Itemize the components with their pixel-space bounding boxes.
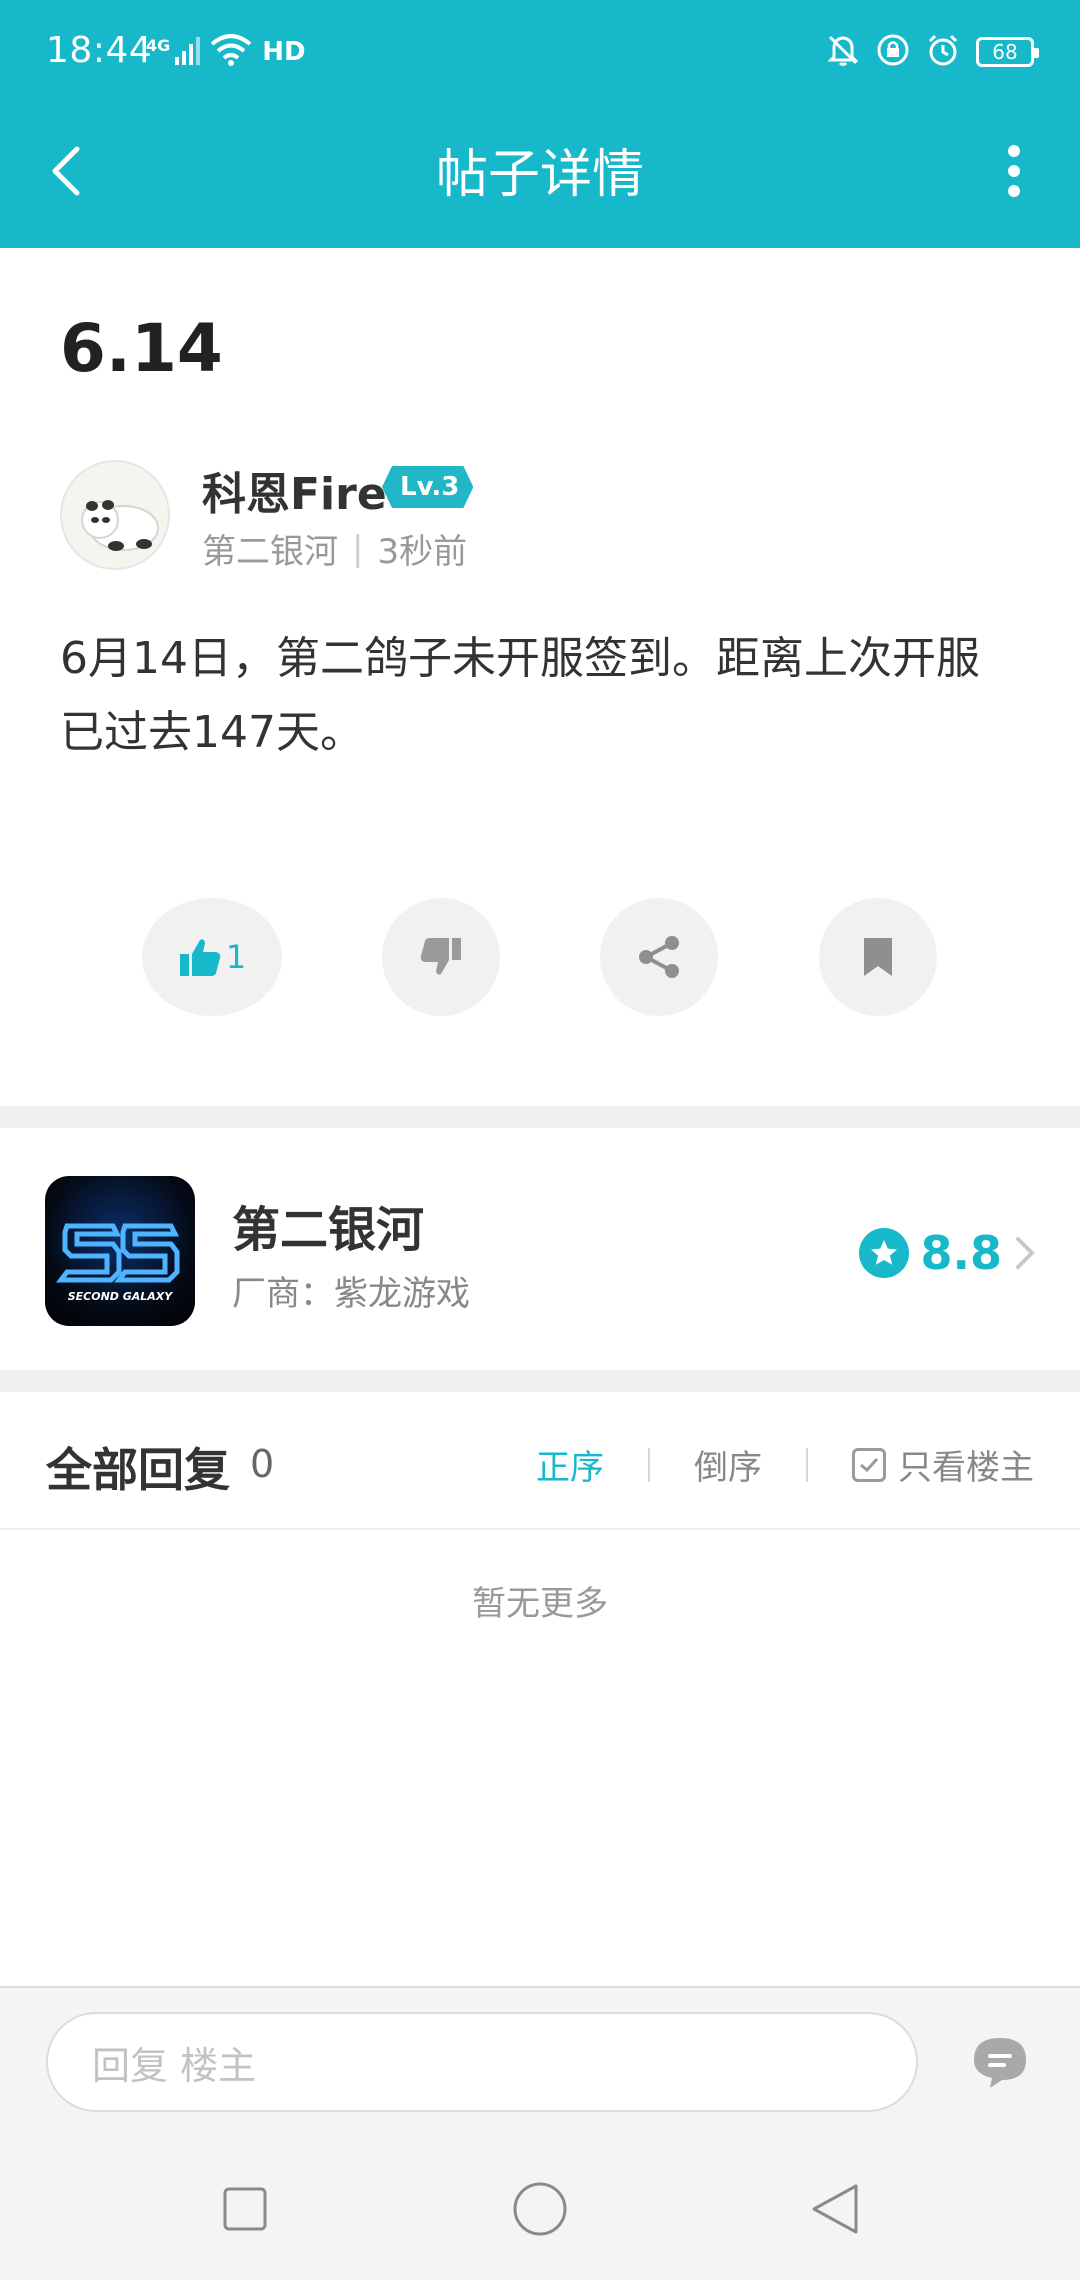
like-count: 1 xyxy=(225,938,247,976)
game-name: 第二银河 xyxy=(232,1202,425,1258)
no-more-text: 暂无更多 xyxy=(472,1584,608,1624)
only-owner-checkbox[interactable] xyxy=(852,1447,886,1482)
nav-bar: 帖子详情 xyxy=(0,110,1080,248)
game-icon: SECOND GALAXY xyxy=(45,1176,195,1326)
share-icon xyxy=(639,936,679,978)
dislike-button[interactable] xyxy=(382,898,500,1016)
panda-avatar-image xyxy=(81,500,159,551)
battery-icon: 68 xyxy=(976,37,1039,67)
replies-header: 全部回复 0 正序 倒序 只看楼主 xyxy=(0,1394,1080,1530)
avatar[interactable] xyxy=(60,460,170,570)
sort-asc-tab[interactable]: 正序 xyxy=(536,1440,604,1489)
home-button[interactable] xyxy=(505,2174,575,2244)
author-meta: 第二银河 | 3秒前 xyxy=(202,524,467,573)
forum-name[interactable]: 第二银河 xyxy=(202,524,338,573)
status-right-icons: 68 xyxy=(826,33,1039,71)
section-divider xyxy=(0,1106,1080,1128)
recent-apps-button[interactable] xyxy=(210,2174,280,2244)
bookmark-icon xyxy=(864,938,892,976)
square-icon xyxy=(223,2187,267,2231)
chevron-right-icon xyxy=(1016,1237,1035,1269)
thumbs-down-icon xyxy=(420,938,461,975)
hd-icon: HD xyxy=(262,37,306,67)
signal-icon xyxy=(174,35,201,69)
replies-count: 0 xyxy=(250,1442,275,1486)
sort-separator xyxy=(648,1447,650,1482)
lock-circle-icon xyxy=(876,33,910,71)
meta-separator: | xyxy=(352,528,364,569)
only-owner-label[interactable]: 只看楼主 xyxy=(898,1440,1034,1489)
triangle-back-icon xyxy=(812,2184,858,2234)
like-button[interactable]: 1 xyxy=(142,898,282,1016)
second-galaxy-logo: SECOND GALAXY xyxy=(56,1223,180,1303)
sort-separator xyxy=(806,1447,808,1482)
status-left-icons: 4G HD xyxy=(146,34,306,70)
app-header: 18:44 4G HD 68 帖子详情 xyxy=(0,0,1080,248)
circle-icon xyxy=(513,2182,567,2236)
comment-icon[interactable] xyxy=(970,2034,1030,2090)
replies-title: 全部回复 xyxy=(46,1443,230,1497)
section-divider xyxy=(0,1370,1080,1392)
reply-input[interactable]: 回复 楼主 xyxy=(46,2012,918,2112)
rating-value: 8.8 xyxy=(920,1226,1003,1280)
author-name[interactable]: 科恩Fire xyxy=(202,458,387,522)
svg-text:SECOND GALAXY: SECOND GALAXY xyxy=(68,1290,174,1303)
post-actions: 1 xyxy=(0,898,1080,1016)
game-card[interactable]: SECOND GALAXY 第二银河 厂商：紫龙游戏 8.8 xyxy=(0,1130,1080,1370)
wifi-icon xyxy=(210,34,252,70)
reply-bar: 回复 楼主 xyxy=(0,1986,1080,2134)
sort-desc-tab[interactable]: 倒序 xyxy=(694,1440,762,1489)
game-vendor: 厂商：紫龙游戏 xyxy=(232,1274,470,1314)
page-title: 帖子详情 xyxy=(435,145,644,205)
bell-off-icon xyxy=(826,33,860,71)
share-button[interactable] xyxy=(600,898,718,1016)
system-nav-bar xyxy=(0,2134,1080,2280)
sort-controls: 正序 倒序 只看楼主 xyxy=(536,1440,1034,1489)
post-title: 6.14 xyxy=(60,310,223,387)
post-content: 6月14日，第二鸽子未开服签到。距离上次开服已过去147天。 xyxy=(60,633,980,758)
post-time: 3秒前 xyxy=(377,532,468,572)
thumbs-up-icon xyxy=(179,939,220,976)
more-vertical-icon xyxy=(1008,145,1020,197)
status-time: 18:44 xyxy=(46,30,153,71)
post-detail-screen: 18:44 4G HD 68 帖子详情 6.14 科恩Fire Lv.3 第二银… xyxy=(0,0,1080,2280)
status-bar: 18:44 4G HD 68 xyxy=(0,0,1080,110)
network-type: 4G xyxy=(146,35,171,55)
bookmark-button[interactable] xyxy=(819,898,937,1016)
back-nav-button[interactable] xyxy=(800,2174,870,2244)
game-rating[interactable]: 8.8 xyxy=(858,1226,1037,1280)
alarm-icon xyxy=(926,33,960,71)
check-icon xyxy=(860,1457,879,1472)
level-badge: Lv.3 xyxy=(382,466,473,508)
more-button[interactable] xyxy=(984,136,1044,206)
star-icon xyxy=(858,1228,909,1278)
